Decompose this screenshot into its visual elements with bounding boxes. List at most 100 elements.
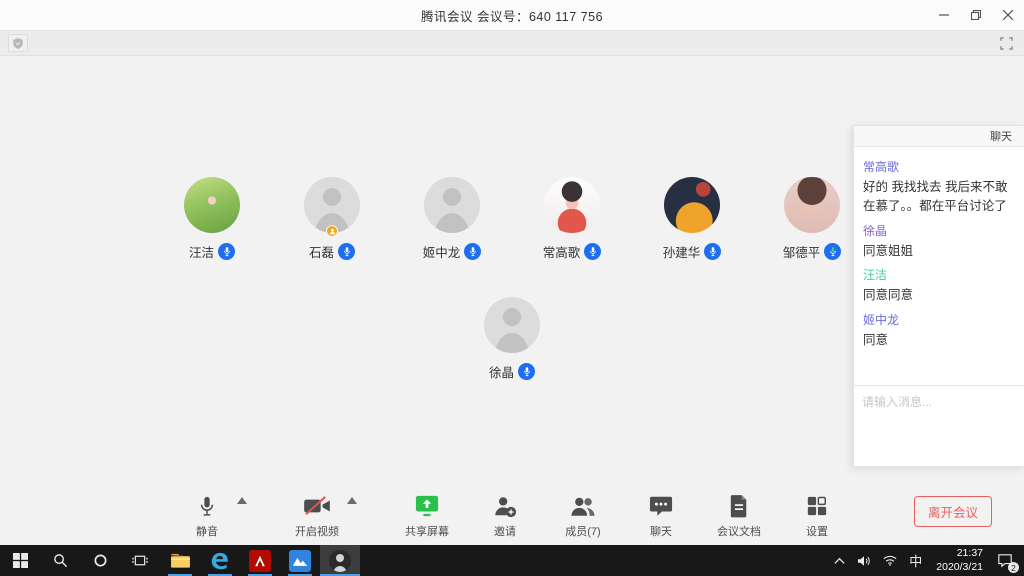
members-icon [570,493,596,519]
windows-taskbar: 中 21:37 2020/3/21 2 [0,545,1024,576]
meeting-stage: 汪洁 石磊 [0,56,1024,545]
minimize-button[interactable] [928,0,960,30]
participant-name: 孙建华 [663,242,701,261]
action-center-button[interactable]: 2 [992,545,1018,576]
invite-label: 邀请 [494,523,516,539]
chat-panel-header[interactable]: 聊天 [854,126,1024,147]
microphone-on-icon[interactable] [518,363,535,380]
microphone-on-icon[interactable] [218,243,235,260]
settings-button[interactable]: 设置 [791,493,843,539]
adobe-reader-button[interactable] [240,545,280,576]
start-video-button[interactable]: 开启视频 [291,493,343,539]
adobe-reader-icon [249,550,271,572]
chat-message-text: 同意 [863,331,1015,350]
microphone-on-icon[interactable] [704,243,721,260]
mute-label: 静音 [196,523,218,539]
notification-count-badge: 2 [1008,562,1019,573]
chat-label: 聊天 [650,523,672,539]
microphone-speaking-icon[interactable] [824,243,841,260]
participant-tile: 汪洁 [152,177,272,261]
search-icon [53,553,68,568]
file-explorer-button[interactable] [160,545,200,576]
participant-name: 邹德平 [783,242,821,261]
leave-meeting-button[interactable]: 离开会议 [914,496,992,527]
chat-icon [649,493,673,519]
title-bar: 腾讯会议 会议号：640 117 756 [0,0,1024,30]
tencent-meeting-window-button[interactable] [320,545,360,576]
chat-message: 常高歌 好的 我找找去 我后来不敢在慕了。。都在平台讨论了 [863,158,1015,217]
participant-tile: 常高歌 [512,177,632,261]
taskbar-search-button[interactable] [40,545,80,576]
avatar [424,177,480,233]
avatar [184,177,240,233]
chat-input-area [854,385,1024,466]
chat-message-text: 好的 我找找去 我后来不敢在慕了。。都在平台讨论了 [863,178,1015,217]
chat-sender-name: 徐晶 [863,222,1015,239]
camera-off-icon [303,493,331,519]
start-button[interactable] [0,545,40,576]
show-hidden-icons-button[interactable] [829,545,850,576]
participant-name: 常高歌 [543,242,581,261]
chat-sender-name: 汪洁 [863,266,1015,283]
meeting-info-bar [0,30,1024,56]
windows-logo-icon [13,553,28,568]
microphone-on-icon[interactable] [584,243,601,260]
start-video-label: 开启视频 [295,523,339,539]
window-title: 腾讯会议 会议号：640 117 756 [421,6,603,25]
participant-tile: 石磊 [272,177,392,261]
wifi-icon [883,555,897,566]
chat-panel-title: 聊天 [990,128,1012,144]
chat-message-list: 常高歌 好的 我找找去 我后来不敢在慕了。。都在平台讨论了 徐晶 同意姐姐 汪洁… [854,147,1024,385]
document-icon [729,493,749,519]
taskbar-time: 21:37 [936,547,983,560]
avatar [484,297,540,353]
mute-button[interactable]: 静音 [181,493,233,539]
invite-icon [493,493,517,519]
video-options-arrow[interactable] [347,497,357,504]
screen-share-icon [414,493,440,519]
participant-tile: 徐晶 [452,297,572,381]
ime-indicator[interactable]: 中 [904,545,927,576]
members-label: 成员(7) [565,523,600,539]
close-button[interactable] [992,0,1024,30]
share-screen-button[interactable]: 共享屏幕 [401,493,453,539]
avatar [784,177,840,233]
chat-sender-name: 姬中龙 [863,311,1015,328]
microphone-icon [197,493,217,519]
mountain-app-button[interactable] [280,545,320,576]
edge-browser-button[interactable] [200,545,240,576]
chat-sender-name: 常高歌 [863,158,1015,175]
taskbar-date: 2020/3/21 [936,561,983,574]
meeting-toolbar: 静音 开启视频 共享屏幕 邀请 [181,493,843,539]
meeting-docs-button[interactable]: 会议文档 [713,493,765,539]
microphone-on-icon[interactable] [338,243,355,260]
speaker-icon [857,555,871,567]
members-button[interactable]: 成员(7) [557,493,609,539]
taskbar-clock[interactable]: 21:37 2020/3/21 [929,547,990,573]
participant-tile: 姬中龙 [392,177,512,261]
chat-message: 徐晶 同意姐姐 [863,222,1015,261]
cortana-icon [93,553,108,568]
restore-button[interactable] [960,0,992,30]
network-button[interactable] [878,545,902,576]
avatar [544,177,600,233]
shield-icon [13,38,23,49]
fullscreen-button[interactable] [996,34,1016,52]
chat-message: 汪洁 同意同意 [863,266,1015,305]
audio-options-arrow[interactable] [237,497,247,504]
edge-icon [209,550,231,572]
chevron-up-icon [834,557,845,565]
volume-button[interactable] [852,545,876,576]
participant-name: 姬中龙 [423,242,461,261]
chat-panel: 聊天 常高歌 好的 我找找去 我后来不敢在慕了。。都在平台讨论了 徐晶 同意姐姐… [853,125,1024,467]
participant-name: 汪洁 [189,242,214,261]
invite-button[interactable]: 邀请 [479,493,531,539]
cortana-button[interactable] [80,545,120,576]
microphone-on-icon[interactable] [464,243,481,260]
chat-button[interactable]: 聊天 [635,493,687,539]
meeting-security-button[interactable] [8,34,28,52]
chat-message-input[interactable] [862,395,1016,409]
task-view-button[interactable] [120,545,160,576]
meeting-docs-label: 会议文档 [717,523,761,539]
fullscreen-icon [1000,37,1013,50]
